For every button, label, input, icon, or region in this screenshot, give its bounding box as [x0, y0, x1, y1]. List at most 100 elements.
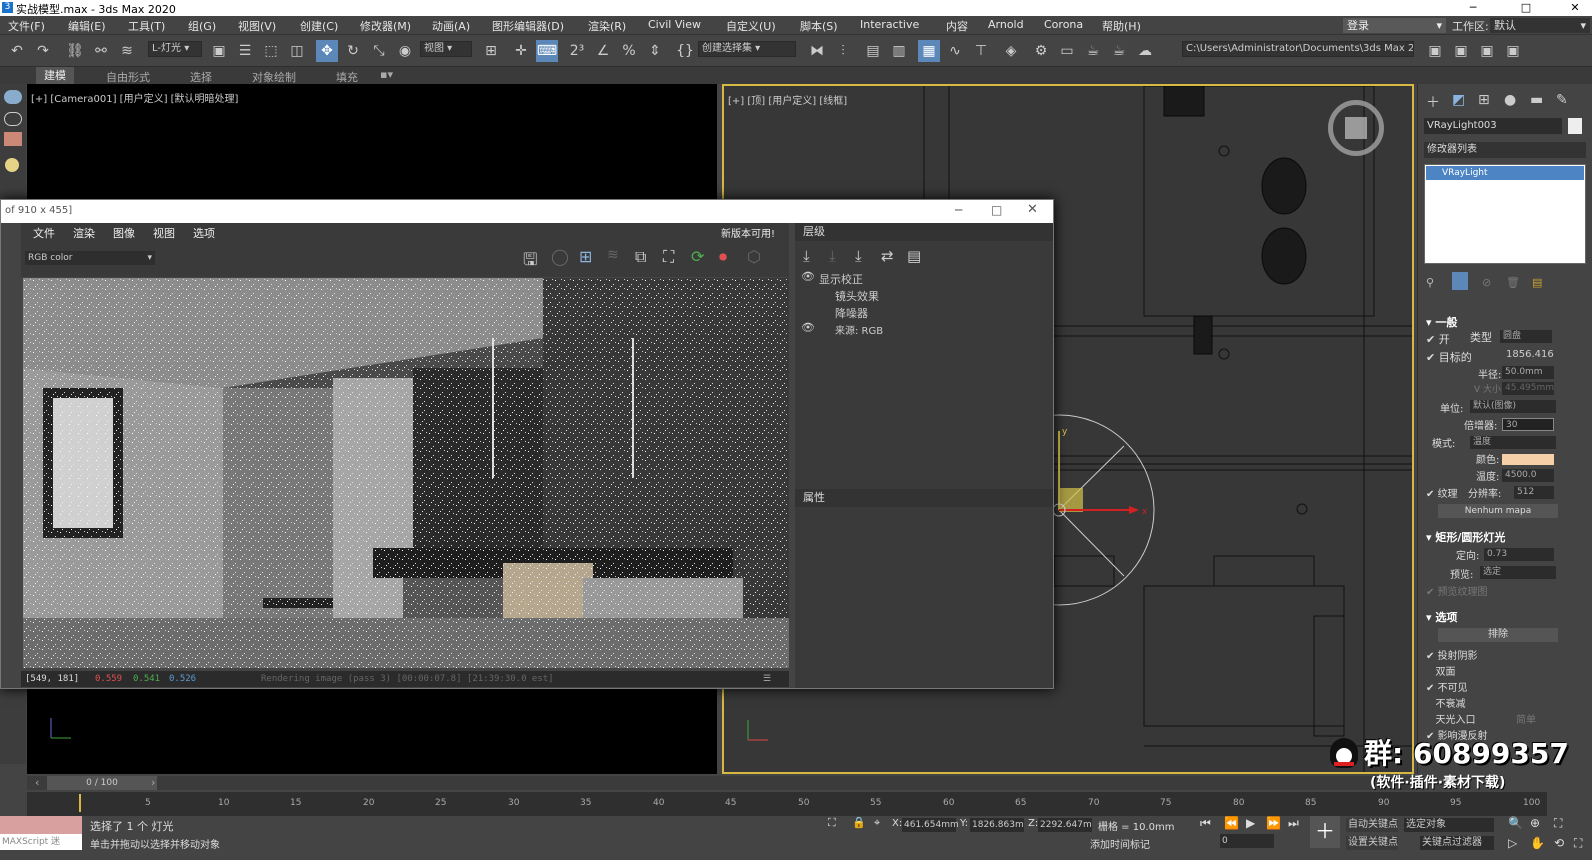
- refresh-render-icon[interactable]: ⟳: [691, 247, 704, 266]
- absolute-mode-icon[interactable]: ⌖: [874, 816, 880, 830]
- pan-icon[interactable]: ✋: [1530, 836, 1545, 850]
- menu-scripting[interactable]: 脚本(S): [800, 18, 838, 34]
- y-coordinate-field[interactable]: 1826.863m: [970, 818, 1024, 832]
- display-tab-icon[interactable]: ▬: [1530, 92, 1543, 108]
- lock-icon[interactable]: 🔒: [852, 816, 866, 829]
- ribbon-toggle-icon[interactable]: ▦: [918, 40, 940, 62]
- menu-corona[interactable]: Corona: [1044, 18, 1083, 31]
- circle-icon[interactable]: ◯: [551, 247, 569, 266]
- simple-checkbox[interactable]: 简单: [1516, 711, 1536, 726]
- ribbon-tab-populate[interactable]: 填充: [336, 69, 358, 85]
- delete-layer-icon[interactable]: ⤓: [829, 247, 836, 265]
- select-by-name-icon[interactable]: ☰: [234, 40, 256, 62]
- minimize-button[interactable]: ─: [1456, 0, 1490, 16]
- edit-named-selection-icon[interactable]: {}: [674, 40, 696, 62]
- new-version-link[interactable]: 新版本可用!: [721, 225, 775, 240]
- ribbon-tab-freeform[interactable]: 自由形式: [106, 69, 150, 85]
- viewcube-icon[interactable]: [1328, 100, 1384, 156]
- redo-icon[interactable]: ↷: [32, 40, 54, 62]
- minimize-button[interactable]: ─: [955, 203, 962, 217]
- percent-snap-icon[interactable]: %: [618, 40, 640, 62]
- mirror-icon[interactable]: ⧓: [806, 40, 828, 62]
- select-scale-icon[interactable]: ⤡: [368, 40, 390, 62]
- texture-map-button[interactable]: Nenhum mapa: [1438, 504, 1558, 518]
- double-sided-checkbox[interactable]: 双面: [1426, 663, 1456, 678]
- link-icon[interactable]: ⛓: [64, 40, 86, 62]
- render-production-icon[interactable]: ☕: [1082, 40, 1104, 62]
- vsize-spinner[interactable]: 45.495mm: [1502, 382, 1554, 395]
- field-of-view-icon[interactable]: ▷: [1508, 836, 1517, 850]
- menu-animation[interactable]: 动画(A): [432, 18, 470, 34]
- object-color-swatch[interactable]: [1568, 118, 1582, 134]
- snaps-toggle-icon[interactable]: 2³: [566, 40, 588, 62]
- unlink-icon[interactable]: ⚯: [90, 40, 112, 62]
- workspace-dropdown[interactable]: 默认 ▾: [1490, 18, 1590, 33]
- create-layer-icon[interactable]: ⤓: [803, 247, 810, 265]
- radius-spinner[interactable]: 50.0mm: [1502, 366, 1554, 379]
- layer-row[interactable]: 降噪器: [795, 303, 1053, 320]
- project-open-icon[interactable]: ▣: [1502, 40, 1524, 62]
- key-mode-dropdown[interactable]: 选定对象: [1404, 818, 1494, 832]
- menu-content[interactable]: 内容: [946, 18, 968, 34]
- light-bulb-icon[interactable]: [5, 158, 19, 172]
- add-time-tag[interactable]: 添加时间标记: [1090, 836, 1150, 851]
- selection-filter-dropdown[interactable]: L-灯光 ▾: [148, 41, 202, 57]
- remove-modifier-icon[interactable]: 🗑: [1506, 276, 1520, 289]
- track-mouse-icon[interactable]: ≋: [607, 247, 619, 263]
- maximize-viewport-icon[interactable]: ⛶: [1574, 836, 1582, 851]
- close-button[interactable]: ✕: [1027, 202, 1038, 217]
- stop-render-icon[interactable]: ⏺: [719, 247, 727, 267]
- options-section-title[interactable]: ▾ 选项: [1426, 609, 1457, 625]
- layer-explorer-icon[interactable]: ▥: [888, 40, 910, 62]
- ribbon-tab-object-paint[interactable]: 对象绘制: [252, 69, 296, 85]
- undo-icon[interactable]: ↶: [6, 40, 28, 62]
- project-new-icon[interactable]: ▣: [1450, 40, 1472, 62]
- region-render-icon[interactable]: ⊞: [579, 247, 592, 266]
- vfb-menu-options[interactable]: 选项: [193, 225, 215, 241]
- maximize-button[interactable]: □: [991, 203, 1002, 217]
- close-button[interactable]: ✕: [1558, 0, 1592, 16]
- goto-start-icon[interactable]: ⏮: [1200, 816, 1211, 831]
- zoom-icon[interactable]: 🔍: [1508, 816, 1523, 830]
- menu-file[interactable]: 文件(F): [8, 18, 45, 34]
- time-slider[interactable]: ‹ 0 / 100 ›: [27, 776, 1417, 790]
- play-icon[interactable]: ▶: [1246, 816, 1255, 830]
- layer-row[interactable]: 👁 来源: RGB: [795, 320, 1053, 337]
- next-key-icon[interactable]: ⏩: [1266, 816, 1281, 830]
- multiplier-spinner[interactable]: 30: [1502, 418, 1554, 431]
- no-decay-checkbox[interactable]: 不衰减: [1426, 695, 1466, 710]
- menu-help[interactable]: 帮助(H): [1102, 18, 1141, 34]
- menu-customize[interactable]: 自定义(U): [726, 18, 776, 34]
- vfb-menu-file[interactable]: 文件: [33, 225, 55, 241]
- login-dropdown[interactable]: 登录 ▾: [1343, 18, 1446, 33]
- window-crossing-icon[interactable]: ◫: [286, 40, 308, 62]
- units-dropdown[interactable]: 默认(图像): [1470, 400, 1556, 413]
- modify-tab-icon[interactable]: ◩: [1452, 92, 1465, 108]
- eye-icon[interactable]: 👁: [801, 270, 815, 283]
- auto-key-button[interactable]: 自动关键点: [1346, 818, 1398, 832]
- curve-editor-icon[interactable]: ∿: [944, 40, 966, 62]
- utilities-tab-icon[interactable]: ✎: [1556, 92, 1568, 108]
- layer-presets-icon[interactable]: ▤: [907, 247, 921, 265]
- menu-edit[interactable]: 编辑(E): [68, 18, 106, 34]
- type-dropdown[interactable]: 圆盘: [1500, 330, 1552, 343]
- render-last-icon[interactable]: ⬡: [747, 247, 761, 266]
- viewport-label[interactable]: [+] [Camera001] [用户定义] [默认明暗处理]: [31, 90, 238, 105]
- maxscript-listener[interactable]: [0, 816, 82, 834]
- vfb-menu-view[interactable]: 视图: [153, 225, 175, 241]
- bind-space-warp-icon[interactable]: ≋: [116, 40, 138, 62]
- scene-explorer-tab-icon[interactable]: [4, 90, 22, 104]
- history-icon[interactable]: ⧉: [635, 247, 646, 267]
- orbit-icon[interactable]: ⟲: [1554, 836, 1564, 850]
- temperature-spinner[interactable]: 4500.0: [1502, 469, 1554, 482]
- create-tab-icon[interactable]: ＋: [1426, 92, 1440, 112]
- select-rotate-icon[interactable]: ↻: [342, 40, 364, 62]
- timeline-track[interactable]: 5 10 15 20 25 30 35 40 45 50 55 60 65 70 75 80 85 90 95 100: [27, 792, 1547, 816]
- menu-rendering[interactable]: 渲染(R): [588, 18, 626, 34]
- layer-row[interactable]: 👁 显示校正: [795, 269, 1053, 286]
- rendered-frame-window-icon[interactable]: ▭: [1056, 40, 1078, 62]
- render-setup-icon[interactable]: ⚙: [1030, 40, 1052, 62]
- menu-modifiers[interactable]: 修改器(M): [360, 18, 411, 34]
- ribbon-tab-modeling[interactable]: 建模: [36, 67, 74, 84]
- show-end-result-icon[interactable]: [1452, 272, 1468, 290]
